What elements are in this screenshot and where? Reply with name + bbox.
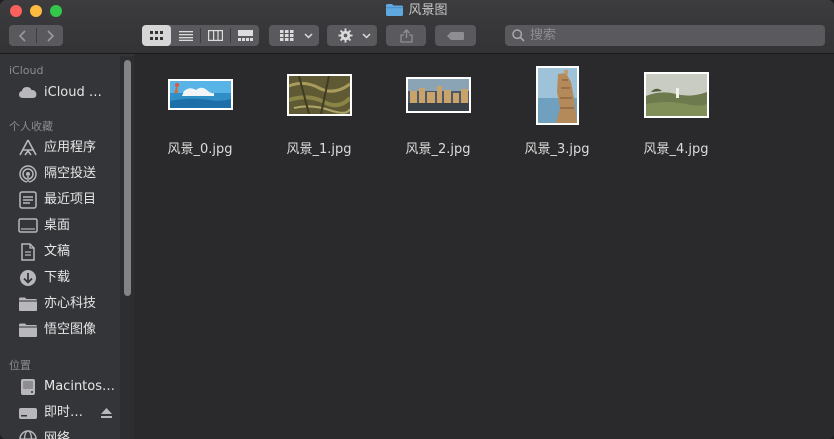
file-item[interactable]: 风景_2.jpg	[388, 62, 488, 162]
file-thumbnail	[287, 74, 352, 116]
search-icon	[512, 29, 525, 42]
sidebar-scrollbar[interactable]	[124, 60, 131, 296]
downloads-icon	[20, 270, 36, 286]
tag-button[interactable]	[435, 25, 476, 46]
file-browser: 风景_0.jpg 风景_1.jpg 风景_2.jpg 风景_3.jpg 风景_4…	[135, 54, 834, 439]
tag-icon	[447, 31, 464, 40]
aerial-photo-icon	[289, 76, 350, 114]
sidebar-item-label: 网络	[44, 431, 71, 439]
view-mode-control	[142, 25, 259, 46]
sidebar-item-label: iCloud …	[44, 85, 102, 100]
sidebar-section-icloud: iCloud	[9, 64, 44, 77]
documents-icon	[21, 243, 35, 261]
gallery-view-button[interactable]	[231, 25, 259, 46]
cloud-icon	[19, 87, 37, 98]
disk-icon	[19, 408, 37, 419]
search-field[interactable]: 搜索	[505, 25, 825, 46]
window-title-text: 风景图	[408, 3, 448, 18]
sidebar-item-icloud-drive[interactable]: iCloud …	[0, 80, 120, 106]
sidebar-item-label: Macintos…	[44, 379, 116, 394]
sidebar-section-favorites: 个人收藏	[9, 120, 53, 133]
back-button[interactable]	[9, 25, 36, 46]
hard-disk-icon	[21, 379, 35, 395]
share-icon	[399, 28, 413, 43]
file-thumbnail	[644, 72, 709, 118]
sidebar-item-label: 即时…	[44, 405, 84, 420]
chevron-down-icon	[303, 32, 313, 39]
sidebar-item-label: 桌面	[44, 218, 71, 233]
folder-icon	[19, 323, 37, 337]
action-button[interactable]	[327, 25, 377, 46]
sidebar-item-desktop[interactable]: 桌面	[0, 213, 120, 239]
sidebar: iCloud iCloud … 个人收藏 应用程序 隔空投送 最近项目 桌面 文…	[0, 54, 134, 439]
search-placeholder: 搜索	[530, 28, 557, 43]
eject-icon[interactable]	[101, 408, 112, 418]
sidebar-item-label: 最近项目	[44, 192, 97, 207]
network-icon	[19, 430, 37, 439]
forward-icon	[47, 29, 55, 42]
back-icon	[18, 29, 26, 42]
cliff-photo-icon	[538, 68, 577, 123]
list-view-button[interactable]	[171, 25, 200, 46]
file-thumbnail	[406, 77, 471, 113]
nav-buttons	[9, 25, 63, 46]
share-button[interactable]	[386, 25, 426, 46]
list-view-icon	[178, 30, 193, 41]
sidebar-item-label: 下载	[44, 270, 71, 285]
group-icon	[280, 30, 294, 41]
file-name: 风景_1.jpg	[286, 142, 352, 157]
sidebar-item-downloads[interactable]: 下载	[0, 265, 120, 291]
recents-icon	[19, 191, 37, 209]
sidebar-item-label: 应用程序	[44, 140, 97, 155]
sidebar-item-airdrop[interactable]: 隔空投送	[0, 161, 120, 187]
forward-button[interactable]	[37, 25, 63, 46]
sidebar-item-applications[interactable]: 应用程序	[0, 135, 120, 161]
folder-icon	[386, 4, 404, 16]
sidebar-item-label: 亦心科技	[44, 296, 97, 311]
icon-view-button[interactable]	[142, 25, 171, 46]
icon-view-icon	[149, 30, 163, 40]
sidebar-item-label: 悟空图像	[44, 322, 97, 337]
sidebar-item-label: 文稿	[44, 244, 71, 259]
gallery-view-icon	[237, 30, 253, 41]
sidebar-item-folder-yixin[interactable]: 亦心科技	[0, 291, 120, 317]
airdrop-icon	[19, 165, 37, 183]
group-button[interactable]	[269, 25, 319, 46]
file-name: 风景_3.jpg	[524, 142, 590, 157]
window-title: 风景图	[0, 3, 834, 19]
applications-icon	[19, 139, 37, 156]
file-item[interactable]: 风景_3.jpg	[507, 62, 607, 162]
city-photo-icon	[408, 79, 469, 111]
file-item[interactable]: 风景_4.jpg	[626, 62, 726, 162]
file-name: 风景_4.jpg	[643, 142, 709, 157]
sidebar-item-macintosh-hd[interactable]: Macintos…	[0, 374, 120, 400]
sidebar-item-documents[interactable]: 文稿	[0, 239, 120, 265]
sidebar-section-locations: 位置	[9, 359, 31, 372]
file-thumbnail	[168, 79, 233, 110]
column-view-button[interactable]	[201, 25, 230, 46]
finder-window: 风景图 搜索 iCloud iCloud … 个人收藏 应用程序 隔空投送 最近…	[0, 0, 834, 439]
beach-photo-icon	[170, 81, 231, 108]
sidebar-item-recents[interactable]: 最近项目	[0, 187, 120, 213]
toolbar: 风景图 搜索	[0, 0, 834, 54]
column-view-icon	[208, 30, 223, 41]
file-item[interactable]: 风景_0.jpg	[150, 62, 250, 162]
sidebar-item-external-disk[interactable]: 即时…	[0, 400, 120, 426]
file-thumbnail	[536, 66, 579, 125]
sidebar-item-network[interactable]: 网络	[0, 426, 120, 439]
file-item[interactable]: 风景_1.jpg	[269, 62, 369, 162]
file-name: 风景_0.jpg	[167, 142, 233, 157]
sidebar-item-label: 隔空投送	[44, 166, 97, 181]
sidebar-item-folder-wukong[interactable]: 悟空图像	[0, 317, 120, 343]
folder-icon	[19, 297, 37, 311]
desktop-icon	[18, 218, 38, 233]
gear-icon	[337, 28, 353, 43]
file-name: 风景_2.jpg	[405, 142, 471, 157]
chevron-down-icon	[361, 32, 371, 39]
field-photo-icon	[646, 74, 707, 116]
